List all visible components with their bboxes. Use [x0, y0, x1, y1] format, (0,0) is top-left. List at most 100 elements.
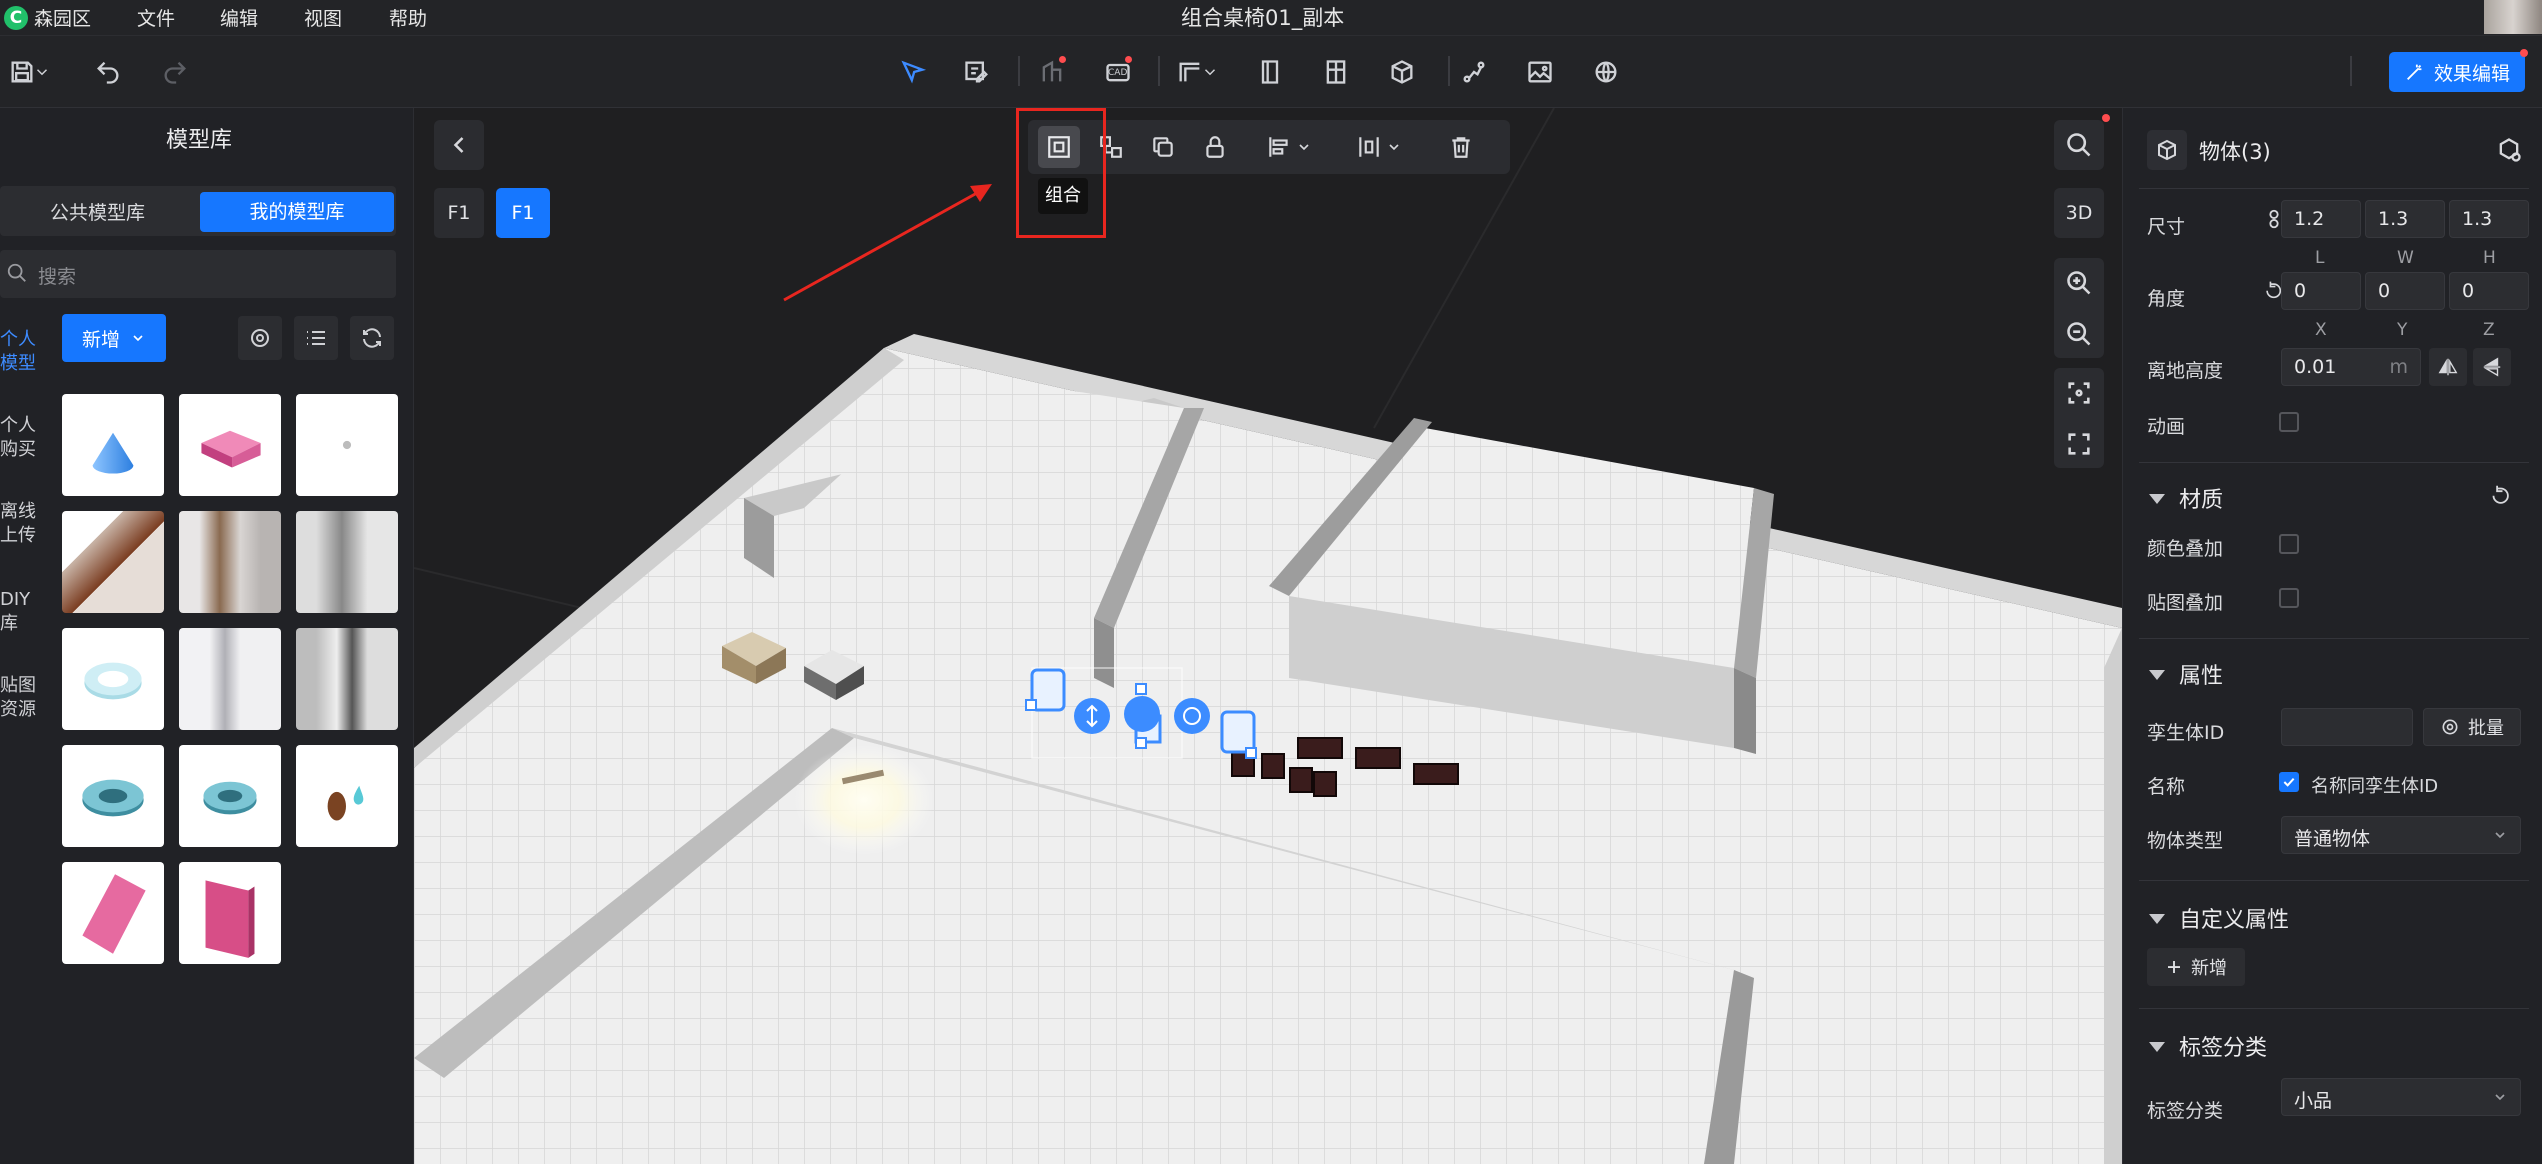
tags-select[interactable]: 小品: [2281, 1078, 2521, 1116]
target-icon: [251, 329, 269, 347]
model-thumbnail-small-object[interactable]: [296, 394, 398, 496]
model-thumbnail-pink-panel-2[interactable]: [179, 862, 281, 964]
category-offline-upload[interactable]: 离线上传: [0, 500, 40, 548]
material-section-title[interactable]: 材质: [2179, 482, 2223, 514]
door-icon[interactable]: [1250, 52, 1290, 92]
fullscreen-button[interactable]: [2065, 430, 2093, 462]
tab-my-library[interactable]: 我的模型库: [200, 192, 394, 232]
effects-sphere-icon[interactable]: [1586, 52, 1626, 92]
model-thumbnail-pixelated-3[interactable]: [296, 511, 398, 613]
model-thumbnail-pixelated-4[interactable]: [179, 628, 281, 730]
size-width-input[interactable]: 1.3: [2365, 200, 2445, 238]
path-route-icon[interactable]: [1454, 52, 1494, 92]
filter-button[interactable]: [238, 316, 282, 360]
menu-view[interactable]: 视图: [304, 4, 342, 31]
view-mode-button[interactable]: 3D: [2054, 188, 2104, 238]
batch-button[interactable]: 批量: [2423, 708, 2521, 746]
size-height-input[interactable]: 1.3: [2449, 200, 2529, 238]
menu-file[interactable]: 文件: [137, 4, 175, 31]
animation-checkbox[interactable]: [2279, 412, 2299, 432]
select-pointer-icon[interactable]: [893, 52, 933, 92]
lock-button[interactable]: [1194, 126, 1236, 168]
tags-section-title[interactable]: 标签分类: [2179, 1030, 2267, 1062]
panel-title: 模型库: [166, 128, 233, 153]
chevron-left-icon: [453, 137, 464, 153]
model-thumbnail-ring-teal-1[interactable]: [62, 745, 164, 847]
image-icon[interactable]: [1520, 52, 1560, 92]
scene-render[interactable]: [414, 108, 2122, 1164]
add-button[interactable]: 新增: [62, 314, 166, 362]
category-personal-purchase[interactable]: 个人购买: [0, 414, 40, 462]
view-search-button[interactable]: [2054, 120, 2104, 170]
category-texture-resources[interactable]: 贴图资源: [0, 674, 40, 722]
size-length-input[interactable]: 1.2: [2281, 200, 2361, 238]
mirror-horizontal-button[interactable]: [2429, 348, 2467, 386]
copy-button[interactable]: [1142, 126, 1184, 168]
model-thumbnail-droplets[interactable]: [296, 745, 398, 847]
3d-viewport[interactable]: F1 F1 组合 3D: [414, 108, 2122, 1164]
floor-tab-1[interactable]: F1: [434, 188, 484, 238]
twin-id-input[interactable]: [2281, 708, 2413, 746]
menu-edit[interactable]: 编辑: [220, 4, 258, 31]
batch-label: 批量: [2468, 718, 2504, 739]
custom-section-title[interactable]: 自定义属性: [2179, 902, 2289, 934]
search-icon: [7, 263, 26, 282]
model-thumbnail-pixelated-2[interactable]: [179, 511, 281, 613]
distribute-button[interactable]: [1344, 126, 1414, 168]
cad-import-icon[interactable]: CAD: [1098, 52, 1138, 92]
color-overlay-checkbox[interactable]: [2279, 534, 2299, 554]
list-view-button[interactable]: [294, 316, 338, 360]
cube-model-icon[interactable]: [1382, 52, 1422, 92]
effect-edit-button[interactable]: 效果编辑: [2389, 49, 2528, 92]
model-thumbnail-ring-light[interactable]: [62, 628, 164, 730]
size-label: 尺寸: [2147, 216, 2186, 238]
delete-button[interactable]: [1440, 126, 1482, 168]
custom-add-button[interactable]: 新增: [2147, 948, 2245, 986]
name-same-label: 名称同孪生体ID: [2311, 776, 2439, 797]
name-same-checkbox[interactable]: [2279, 772, 2299, 792]
zoom-out-button[interactable]: [2065, 320, 2093, 352]
height-input[interactable]: 0.01 m: [2281, 348, 2421, 386]
menu-help[interactable]: 帮助: [389, 4, 427, 31]
attributes-section-title[interactable]: 属性: [2179, 658, 2223, 690]
search-input[interactable]: 搜索: [0, 250, 396, 298]
chevron-down-icon: [133, 335, 143, 342]
angle-y-input[interactable]: 0: [2365, 272, 2445, 310]
focus-button[interactable]: [2065, 379, 2093, 411]
model-thumbnail-cone[interactable]: [62, 394, 164, 496]
mirror-vertical-button[interactable]: [2473, 348, 2511, 386]
wall-dropdown-chevron-icon[interactable]: [1198, 52, 1222, 92]
reset-material-icon[interactable]: [2489, 484, 2513, 508]
tab-public-library[interactable]: 公共模型库: [50, 198, 145, 225]
model-thumbnail-pixelated-1[interactable]: [62, 511, 164, 613]
zoom-in-button[interactable]: [2065, 269, 2093, 301]
save-dropdown-chevron-icon[interactable]: [30, 52, 54, 92]
window-icon[interactable]: [1316, 52, 1356, 92]
fullscreen-icon: [2068, 433, 2090, 455]
model-thumbnail-pixelated-5[interactable]: [296, 628, 398, 730]
texture-overlay-checkbox[interactable]: [2279, 588, 2299, 608]
align-button[interactable]: [1254, 126, 1324, 168]
model-thumbnail-pink-box[interactable]: [179, 394, 281, 496]
object-type-select[interactable]: 普通物体: [2281, 816, 2521, 854]
collapse-panel-button[interactable]: [434, 120, 484, 170]
angle-x-input[interactable]: 0: [2281, 272, 2361, 310]
document-title: 组合桌椅01_副本: [1181, 6, 1345, 30]
floor-tab-2[interactable]: F1: [496, 188, 550, 238]
app-name: 森园区: [34, 8, 92, 30]
object-type-value: 普通物体: [2294, 828, 2371, 850]
redo-icon[interactable]: [155, 52, 195, 92]
model-thumbnail-ring-teal-2[interactable]: [179, 745, 281, 847]
color-overlay-label: 颜色叠加: [2147, 538, 2224, 560]
edit-layer-icon[interactable]: [957, 52, 997, 92]
angle-z-input[interactable]: 0: [2449, 272, 2529, 310]
plus-icon: [2168, 961, 2180, 973]
undo-icon[interactable]: [88, 52, 128, 92]
model-thumbnail-pink-panel-1[interactable]: [62, 862, 164, 964]
object-settings-icon[interactable]: [2495, 136, 2523, 164]
category-personal-model[interactable]: 个人模型: [0, 328, 40, 376]
category-diy-library[interactable]: DIY库: [0, 588, 40, 636]
building-tool-icon[interactable]: [1032, 52, 1072, 92]
refresh-button[interactable]: [350, 316, 394, 360]
user-avatar[interactable]: [2484, 0, 2542, 34]
